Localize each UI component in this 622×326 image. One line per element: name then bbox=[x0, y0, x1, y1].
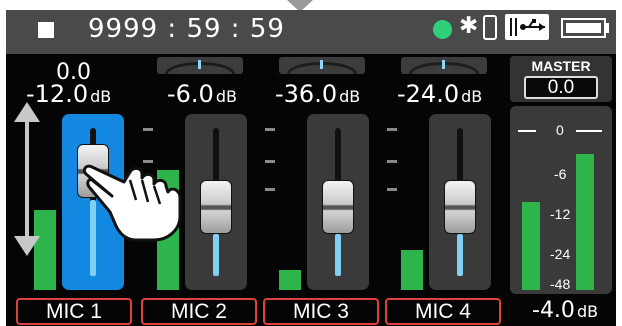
pan-indicator[interactable] bbox=[279, 57, 365, 74]
master-scale-3: -24 bbox=[550, 246, 571, 262]
battery-icon bbox=[561, 18, 606, 38]
usb-icon bbox=[505, 14, 549, 40]
channel-gain[interactable]: -36.0 dB bbox=[275, 80, 360, 108]
recording-indicator-icon bbox=[433, 20, 452, 39]
pan-indicator[interactable] bbox=[157, 57, 243, 74]
input-meter bbox=[401, 250, 423, 290]
master-meter-right bbox=[576, 154, 594, 290]
pan-value: 0.0 bbox=[56, 60, 91, 85]
master-scale-2: -12 bbox=[550, 206, 571, 222]
fader-knob[interactable] bbox=[322, 180, 354, 234]
master-scale-4: -48 bbox=[550, 276, 571, 292]
fader-track[interactable] bbox=[307, 114, 369, 290]
stop-icon[interactable] bbox=[38, 22, 54, 38]
master-section: MASTER 0.0 0 -6 -12 -24 -48 -4.0 dB bbox=[506, 54, 616, 326]
channel-label[interactable]: MIC 1 bbox=[16, 298, 132, 325]
fader-knob[interactable] bbox=[200, 180, 232, 234]
input-meter bbox=[279, 270, 301, 290]
channel-gain[interactable]: -6.0 dB bbox=[167, 80, 237, 108]
time-counter: 9999 : 59 : 59 bbox=[88, 14, 285, 44]
fader-track[interactable] bbox=[429, 114, 491, 290]
hand-pointer-icon bbox=[82, 164, 182, 242]
channel-gain[interactable]: -24.0 dB bbox=[397, 80, 482, 108]
fader-fill bbox=[457, 234, 463, 276]
fader-fill bbox=[213, 234, 219, 276]
channel-strip-3: -36.0 dB MIC 3 bbox=[259, 54, 383, 326]
channel-label[interactable]: MIC 2 bbox=[141, 298, 257, 325]
arrow-down-icon bbox=[14, 236, 40, 256]
fader-fill bbox=[335, 234, 341, 276]
pan-indicator[interactable] bbox=[401, 57, 487, 74]
battery-tip bbox=[606, 23, 609, 33]
drag-arrow-line bbox=[25, 118, 29, 242]
phone-icon bbox=[483, 15, 497, 40]
master-value[interactable]: 0.0 bbox=[524, 76, 598, 99]
arrow-up-icon bbox=[14, 102, 40, 122]
channel-label[interactable]: MIC 3 bbox=[263, 298, 379, 325]
channel-strip-4: -24.0 dB MIC 4 bbox=[381, 54, 505, 326]
master-scale-1: -6 bbox=[554, 166, 567, 182]
fader-track[interactable] bbox=[185, 114, 247, 290]
usb-symbol-icon bbox=[510, 18, 545, 36]
bluetooth-icon: ✱ bbox=[459, 12, 479, 38]
master-meter-left bbox=[522, 202, 540, 290]
master-level: -4.0 dB bbox=[532, 298, 599, 323]
channel-label[interactable]: MIC 4 bbox=[385, 298, 501, 325]
master-scale-0: 0 bbox=[556, 122, 564, 138]
master-label: MASTER bbox=[531, 58, 591, 74]
master-header: MASTER 0.0 bbox=[510, 56, 612, 102]
master-meter[interactable]: 0 -6 -12 -24 -48 bbox=[510, 106, 612, 294]
fader-knob[interactable] bbox=[444, 180, 476, 234]
